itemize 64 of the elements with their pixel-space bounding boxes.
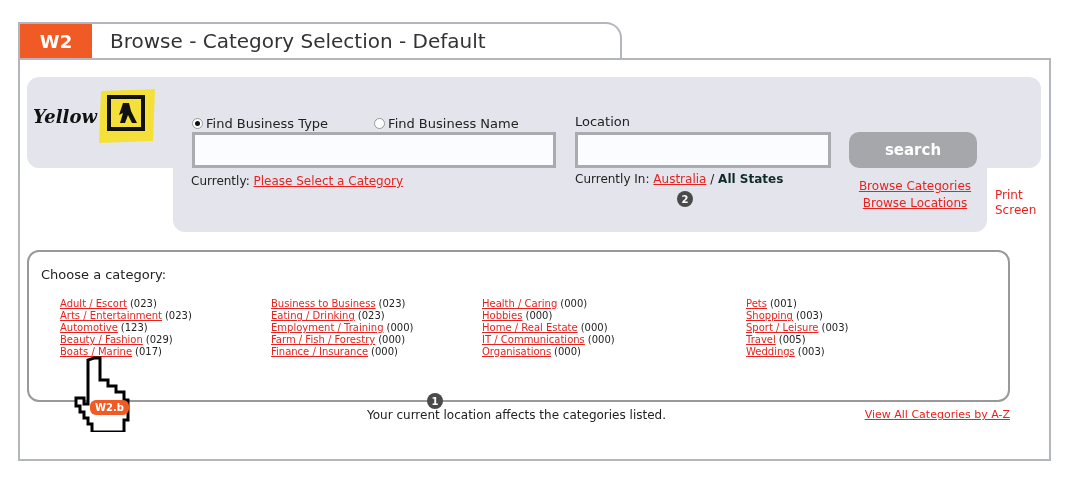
category-count: (123) (120, 322, 148, 333)
category-count: (000) (378, 334, 406, 345)
category-link[interactable]: Automotive (60, 322, 118, 333)
category-link[interactable]: Finance / Insurance (271, 346, 369, 357)
category-link[interactable]: Eating / Drinking (271, 310, 355, 321)
category-count: (023) (164, 310, 192, 321)
category-link[interactable]: Pets (746, 298, 767, 309)
screen-title: Browse - Category Selection - Default (110, 29, 486, 53)
category-link[interactable]: Health / Caring (482, 298, 558, 309)
category-heading: Choose a category: (41, 267, 168, 282)
browse-link[interactable]: Browse Locations (862, 196, 968, 210)
category-count: (000) (560, 298, 588, 309)
category-count: (005) (778, 334, 806, 345)
print-screen-link[interactable]: Print Screen (995, 188, 1039, 218)
radio-label[interactable]: Find Business Type (206, 116, 329, 131)
screen-code: W2 (20, 24, 92, 58)
category-link[interactable]: Hobbies (482, 310, 523, 321)
radio-button[interactable] (192, 118, 203, 129)
radio-label[interactable]: Find Business Name (388, 116, 519, 131)
category-count: (023) (357, 310, 385, 321)
logo: Yellow (27, 77, 173, 145)
category-link[interactable]: Travel (746, 334, 776, 345)
view-all-link[interactable]: View All Categories by A-Z (864, 408, 1010, 422)
category-link[interactable]: Farm / Fish / Forestry (271, 334, 376, 345)
category-link[interactable]: Weddings (746, 346, 795, 357)
category-link[interactable]: Employment / Training (271, 322, 384, 333)
radio-button[interactable] (374, 118, 386, 129)
category-count: (003) (821, 322, 849, 333)
category-count: (000) (371, 346, 398, 357)
business-search-field[interactable] (192, 132, 556, 168)
search-button[interactable]: search (849, 132, 977, 168)
category-count: (000) (525, 310, 553, 321)
category-link[interactable]: Arts / Entertainment (60, 310, 162, 321)
browse-link[interactable]: Browse Categories (858, 179, 972, 193)
current-location-text: Currently In: Australia / All States (575, 172, 785, 186)
category-count: (029) (145, 334, 173, 345)
category-count: (000) (386, 322, 414, 333)
category-link[interactable]: Sport / Leisure (746, 322, 819, 333)
category-count: (000) (587, 334, 615, 345)
category-count: (003) (797, 346, 825, 357)
category-link[interactable]: Boats / Marine (60, 346, 133, 357)
category-count: (023) (378, 298, 406, 309)
category-link[interactable]: Organisations (482, 346, 552, 357)
category-count: (000) (580, 322, 608, 333)
annotation-marker: 2 (677, 191, 693, 207)
category-count: (001) (769, 298, 797, 309)
category-count: (000) (554, 346, 581, 357)
category-link[interactable]: IT / Communications (482, 334, 585, 345)
annotation-marker: 1 (427, 393, 443, 409)
category-count: (003) (795, 310, 823, 321)
category-count: (017) (135, 346, 162, 357)
location-link[interactable]: Australia (653, 172, 707, 186)
category-link[interactable]: Home / Real Estate (482, 322, 578, 333)
category-link[interactable]: Beauty / Fashion (60, 334, 143, 345)
category-link[interactable]: Adult / Escort (60, 298, 127, 309)
category-link[interactable]: Shopping (746, 310, 793, 321)
location-label: Location (575, 114, 631, 131)
annotation-tag: W2.b (90, 400, 129, 415)
location-field[interactable] (575, 132, 831, 168)
category-link[interactable]: Business to Business (271, 298, 376, 309)
current-category-text: Currently: Please Select a Category (191, 174, 405, 190)
select-category-link[interactable]: Please Select a Category (253, 174, 404, 188)
location-note: Your current location affects the categories listed. (367, 408, 667, 422)
category-count: (023) (129, 298, 157, 309)
